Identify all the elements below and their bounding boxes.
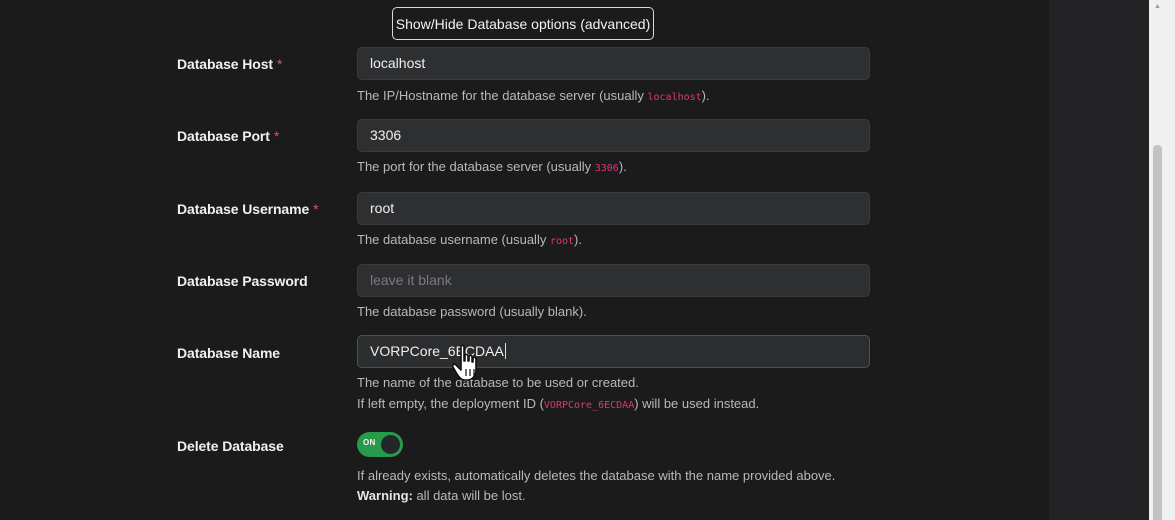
scrollbar-thumb[interactable]	[1153, 145, 1162, 520]
database-password-label: Database Password	[177, 273, 308, 289]
database-name-help: The name of the database to be used or c…	[357, 375, 639, 390]
delete-database-toggle[interactable]: ON	[357, 432, 403, 457]
toggle-advanced-options-button[interactable]: Show/Hide Database options (advanced)	[392, 7, 654, 40]
database-port-input[interactable]: 3306	[357, 119, 870, 152]
required-marker: *	[273, 128, 280, 144]
hand-cursor-icon	[452, 344, 477, 381]
database-host-label: Database Host *	[177, 56, 283, 72]
delete-database-help: If already exists, automatically deletes…	[357, 468, 836, 483]
warning-label: Warning:	[357, 488, 413, 503]
database-port-label: Database Port *	[177, 128, 280, 144]
database-username-label: Database Username *	[177, 201, 319, 217]
database-name-label: Database Name	[177, 345, 280, 361]
text-caret	[504, 343, 506, 359]
database-host-help: The IP/Hostname for the database server …	[357, 88, 710, 103]
database-password-help: The database password (usually blank).	[357, 304, 587, 319]
toggle-knob	[381, 435, 400, 454]
required-marker: *	[276, 56, 283, 72]
required-marker: *	[313, 201, 319, 217]
database-username-help: The database username (usually root).	[357, 232, 582, 247]
help-code: VORPCore_6ECDAA	[543, 400, 635, 411]
right-gutter	[1049, 0, 1149, 520]
help-code: root	[549, 236, 575, 247]
database-name-help-2: If left empty, the deployment ID (VORPCo…	[357, 396, 760, 411]
database-name-input[interactable]: VORPCore_6ECDAA	[357, 335, 870, 368]
scroll-up-icon[interactable]: ▲	[1153, 3, 1162, 10]
help-code: 3306	[594, 163, 619, 174]
delete-database-label: Delete Database	[177, 438, 284, 454]
database-password-input[interactable]: leave it blank	[357, 264, 870, 297]
database-port-help: The port for the database server (usuall…	[357, 159, 627, 174]
help-code: localhost	[647, 92, 702, 103]
delete-database-warning: Warning: all data will be lost.	[357, 488, 526, 503]
toggle-on-text: ON	[363, 438, 376, 447]
database-host-input[interactable]: localhost	[357, 47, 870, 80]
database-username-input[interactable]: root	[357, 192, 870, 225]
